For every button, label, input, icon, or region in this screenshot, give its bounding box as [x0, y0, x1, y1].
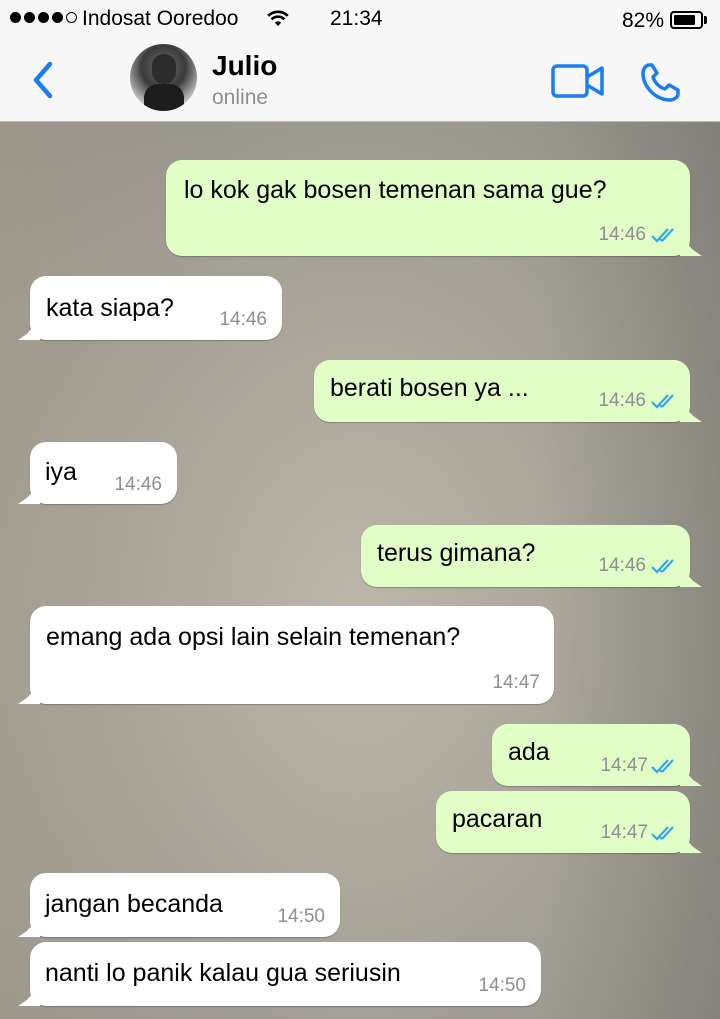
message-text: berati bosen ya ...	[330, 374, 529, 402]
avatar-head	[152, 54, 176, 84]
message-time: 14:50	[478, 975, 526, 996]
phone-icon[interactable]	[638, 60, 684, 104]
message-bubble-outgoing[interactable]: berati bosen ya ... 14:46	[314, 360, 690, 422]
battery-fill	[674, 15, 695, 25]
signal-dot	[66, 12, 77, 23]
status-time: 21:34	[330, 7, 383, 30]
chat-header: Julio online	[0, 40, 720, 122]
message-text: nanti lo panik kalau gua seriusin	[45, 959, 401, 987]
message-bubble-incoming[interactable]: emang ada opsi lain selain temenan? 14:4…	[30, 606, 554, 704]
message-text: ada	[508, 738, 550, 766]
signal-dot	[10, 12, 21, 23]
message-time: 14:46	[598, 224, 646, 245]
contact-status: online	[212, 86, 269, 109]
message-text: kata siapa?	[46, 294, 174, 322]
message-text: jangan becanda	[45, 890, 223, 918]
avatar[interactable]	[130, 44, 197, 111]
message-bubble-incoming[interactable]: jangan becanda 14:50	[30, 873, 340, 937]
message-time: 14:50	[277, 906, 325, 927]
signal-dot	[38, 12, 49, 23]
video-camera-icon[interactable]	[550, 62, 606, 100]
message-text: lo kok gak bosen temenan sama gue?	[184, 176, 607, 204]
message-bubble-outgoing[interactable]: terus gimana? 14:46	[361, 525, 690, 587]
status-bar: Indosat Ooredoo 21:34 82%	[0, 0, 720, 40]
signal-strength-icon	[10, 12, 77, 23]
read-receipt-icon	[651, 759, 674, 774]
avatar-shirt	[144, 84, 184, 111]
message-bubble-incoming[interactable]: nanti lo panik kalau gua seriusin 14:50	[30, 942, 541, 1006]
message-time: 14:47	[600, 755, 648, 776]
message-time: 14:46	[114, 474, 162, 495]
read-receipt-icon	[651, 228, 674, 243]
wifi-icon	[267, 10, 289, 26]
message-bubble-outgoing[interactable]: ada 14:47	[492, 724, 690, 786]
carrier-name: Indosat Ooredoo	[82, 7, 239, 30]
message-time: 14:47	[492, 672, 540, 693]
message-bubble-incoming[interactable]: kata siapa? 14:46	[30, 276, 282, 340]
read-receipt-icon	[651, 826, 674, 841]
message-bubble-outgoing[interactable]: lo kok gak bosen temenan sama gue? 14:46	[166, 160, 690, 256]
message-time: 14:46	[219, 309, 267, 330]
message-bubble-incoming[interactable]: iya 14:46	[30, 442, 177, 504]
battery-percent: 82%	[622, 9, 665, 32]
battery-tip	[704, 16, 707, 24]
chevron-left-icon[interactable]	[26, 58, 62, 102]
contact-name[interactable]: Julio	[212, 50, 277, 82]
message-text: iya	[45, 458, 77, 486]
message-text: emang ada opsi lain selain temenan?	[46, 623, 461, 651]
message-bubble-outgoing[interactable]: pacaran 14:47	[436, 791, 690, 853]
message-time: 14:47	[600, 822, 648, 843]
read-receipt-icon	[651, 394, 674, 409]
message-text: terus gimana?	[377, 539, 536, 567]
signal-dot	[52, 12, 63, 23]
signal-dot	[24, 12, 35, 23]
read-receipt-icon	[651, 559, 674, 574]
message-time: 14:46	[598, 555, 646, 576]
message-time: 14:46	[598, 390, 646, 411]
chat-area[interactable]: lo kok gak bosen temenan sama gue? 14:46…	[0, 122, 720, 1019]
message-text: pacaran	[452, 805, 543, 833]
battery-icon	[670, 11, 703, 29]
